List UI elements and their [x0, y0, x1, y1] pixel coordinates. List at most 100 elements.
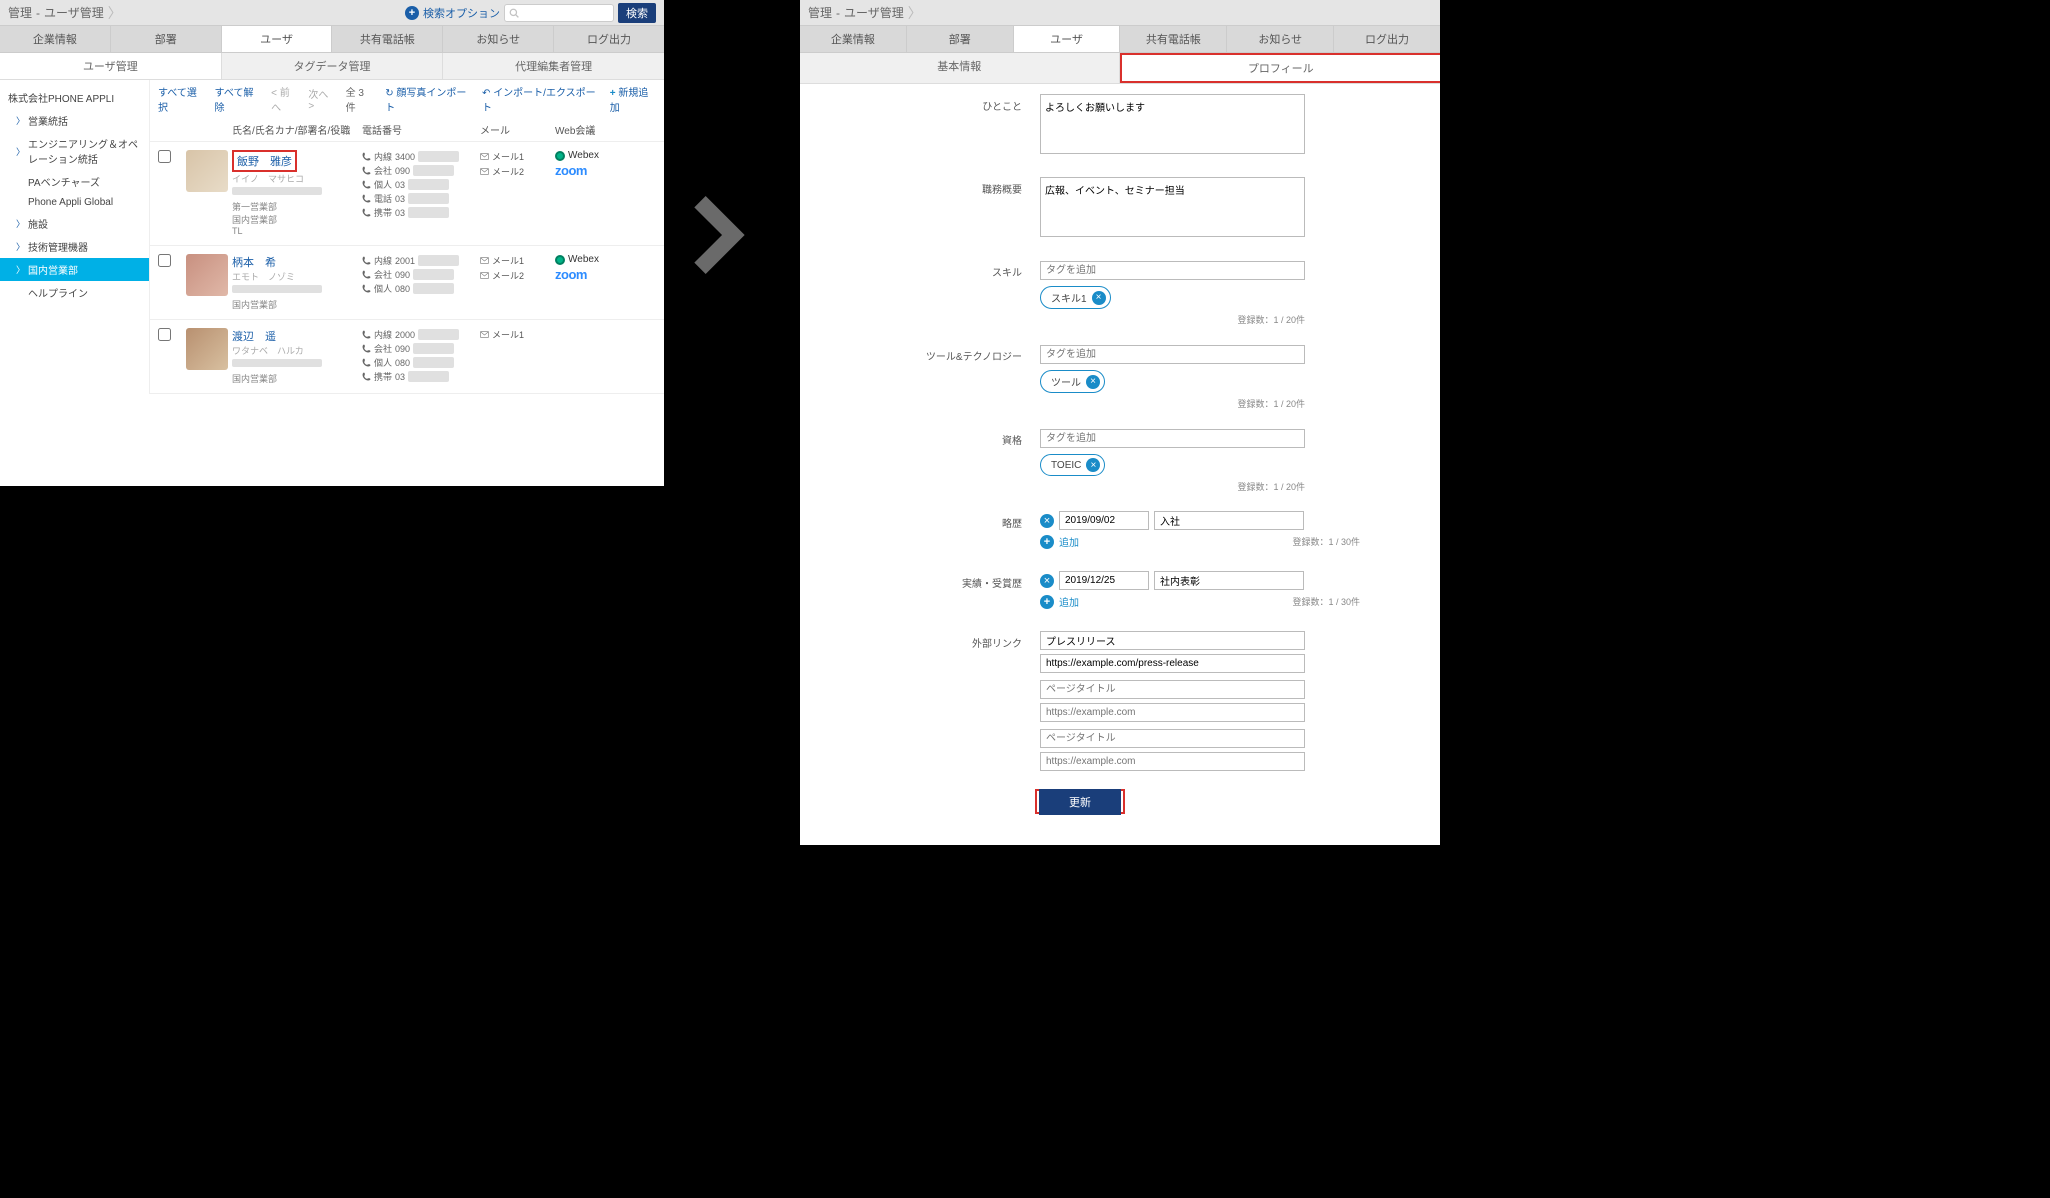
sidebar-item[interactable]: ヘルプライン	[0, 281, 149, 304]
remove-row-icon[interactable]: ×	[1040, 574, 1054, 588]
webex-link[interactable]: Webex	[555, 254, 656, 265]
sidebar-company[interactable]: 株式会社PHONE APPLI	[0, 86, 149, 109]
import-export[interactable]: ↶ インポート/エクスポート	[482, 84, 600, 114]
input-qual-tag[interactable]	[1040, 429, 1305, 448]
mail-icon	[480, 167, 489, 176]
subtab-tag-manage[interactable]: タグデータ管理	[222, 53, 444, 79]
phone-icon	[362, 372, 371, 381]
add-history-link[interactable]: 追加	[1059, 534, 1079, 549]
input-link-url-1[interactable]	[1040, 654, 1305, 673]
input-link-title-2[interactable]	[1040, 680, 1305, 699]
tag-skill[interactable]: スキル1×	[1040, 286, 1111, 309]
sidebar-item[interactable]: 〉営業統括	[0, 109, 149, 132]
search-option-link[interactable]: 検索オプション	[423, 5, 500, 21]
user-name-link[interactable]: 渡辺 遥	[232, 331, 276, 343]
remove-row-icon[interactable]: ×	[1040, 514, 1054, 528]
input-hitokoto[interactable]	[1040, 94, 1305, 154]
tab-dept[interactable]: 部署	[111, 26, 222, 52]
tag-tool[interactable]: ツール×	[1040, 370, 1105, 393]
subtab-basic[interactable]: 基本情報	[800, 53, 1120, 83]
breadcrumb-0[interactable]: 管理	[808, 4, 832, 21]
row-checkbox[interactable]	[158, 328, 171, 341]
sidebar-item[interactable]: Phone Appli Global	[0, 193, 149, 212]
breadcrumb: 管理 - ユーザ管理 〉	[8, 3, 122, 23]
sidebar-item-label: 施設	[28, 216, 48, 231]
tab-company[interactable]: 企業情報	[800, 26, 907, 52]
phone-icon	[362, 180, 371, 189]
tab-shared[interactable]: 共有電話帳	[1120, 26, 1227, 52]
add-row-icon[interactable]: +	[1040, 595, 1054, 609]
update-button[interactable]: 更新	[1039, 789, 1121, 815]
input-summary[interactable]	[1040, 177, 1305, 237]
search-input[interactable]	[504, 4, 614, 22]
phone-icon	[362, 344, 371, 353]
subtab-profile[interactable]: プロフィール	[1120, 53, 1441, 83]
zoom-link[interactable]: zoom	[555, 163, 656, 178]
remove-tag-icon[interactable]: ×	[1086, 458, 1100, 472]
sidebar-item[interactable]: PAベンチャーズ	[0, 170, 149, 193]
mail-icon	[480, 271, 489, 280]
input-link-url-3[interactable]	[1040, 752, 1305, 771]
tab-user[interactable]: ユーザ	[222, 26, 333, 52]
webex-link[interactable]: Webex	[555, 150, 656, 161]
breadcrumb-1[interactable]: ユーザ管理	[844, 4, 904, 21]
mail-link[interactable]: メール2	[480, 165, 555, 178]
mail-link[interactable]: メール1	[480, 254, 555, 267]
label-skill: スキル	[800, 260, 1040, 326]
subtab-user-manage[interactable]: ユーザ管理	[0, 53, 222, 79]
sidebar-item[interactable]: 〉施設	[0, 212, 149, 235]
photo-import[interactable]: ↻ 顔写真インポート	[385, 84, 472, 114]
award-count: 登録数：1 / 30件	[1292, 595, 1360, 608]
input-link-title-3[interactable]	[1040, 729, 1305, 748]
user-row: 柄本 希エモト ノゾミ国内営業部内線 2001xxxxx会社 090xxxxx個…	[150, 246, 664, 320]
mail-link[interactable]: メール2	[480, 269, 555, 282]
input-skill-tag[interactable]	[1040, 261, 1305, 280]
tag-qual[interactable]: TOEIC×	[1040, 454, 1105, 476]
tab-log[interactable]: ログ出力	[1334, 26, 1440, 52]
subtab-proxy-manage[interactable]: 代理編集者管理	[443, 53, 664, 79]
sidebar-item[interactable]: 〉国内営業部	[0, 258, 149, 281]
input-tool-tag[interactable]	[1040, 345, 1305, 364]
user-name-link[interactable]: 柄本 希	[232, 257, 276, 269]
sidebar-item[interactable]: 〉エンジニアリング＆オペレーション統括	[0, 132, 149, 170]
tab-dept[interactable]: 部署	[907, 26, 1014, 52]
select-all[interactable]: すべて選択	[158, 84, 205, 114]
search-button[interactable]: 検索	[618, 3, 656, 23]
input-history-date[interactable]	[1059, 511, 1149, 530]
breadcrumb-1[interactable]: ユーザ管理	[44, 4, 104, 21]
phone-icon	[362, 358, 371, 367]
input-award-date[interactable]	[1059, 571, 1149, 590]
remove-tag-icon[interactable]: ×	[1086, 375, 1100, 389]
tab-company[interactable]: 企業情報	[0, 26, 111, 52]
input-history-desc[interactable]	[1154, 511, 1304, 530]
input-link-title-1[interactable]	[1040, 631, 1305, 650]
zoom-link[interactable]: zoom	[555, 267, 656, 282]
tab-log[interactable]: ログ出力	[554, 26, 664, 52]
breadcrumb-0[interactable]: 管理	[8, 4, 32, 21]
add-row-icon[interactable]: +	[1040, 535, 1054, 549]
sidebar: 株式会社PHONE APPLI 〉営業統括〉エンジニアリング＆オペレーション統括…	[0, 80, 150, 394]
mail-icon	[480, 330, 489, 339]
next-page[interactable]: 次へ >	[308, 86, 335, 112]
input-link-url-2[interactable]	[1040, 703, 1305, 722]
tab-notice[interactable]: お知らせ	[443, 26, 554, 52]
remove-tag-icon[interactable]: ×	[1092, 291, 1106, 305]
chevron-right-icon: 〉	[108, 3, 122, 23]
deselect-all[interactable]: すべて解除	[215, 84, 262, 114]
plus-circle-icon[interactable]: +	[405, 6, 419, 20]
prev-page[interactable]: < 前へ	[271, 84, 298, 114]
col-name: 氏名/氏名カナ/部署名/役職	[232, 122, 362, 137]
label-history: 略歴	[800, 511, 1040, 553]
tab-notice[interactable]: お知らせ	[1227, 26, 1334, 52]
mail-link[interactable]: メール1	[480, 150, 555, 163]
sidebar-item[interactable]: 〉技術管理機器	[0, 235, 149, 258]
tab-shared[interactable]: 共有電話帳	[332, 26, 443, 52]
tab-user[interactable]: ユーザ	[1014, 26, 1121, 52]
user-name-link[interactable]: 飯野 雅彦	[237, 156, 292, 168]
input-award-desc[interactable]	[1154, 571, 1304, 590]
row-checkbox[interactable]	[158, 150, 171, 163]
mail-link[interactable]: メール1	[480, 328, 555, 341]
row-checkbox[interactable]	[158, 254, 171, 267]
add-new[interactable]: + 新規追加	[610, 84, 656, 114]
add-award-link[interactable]: 追加	[1059, 594, 1079, 609]
